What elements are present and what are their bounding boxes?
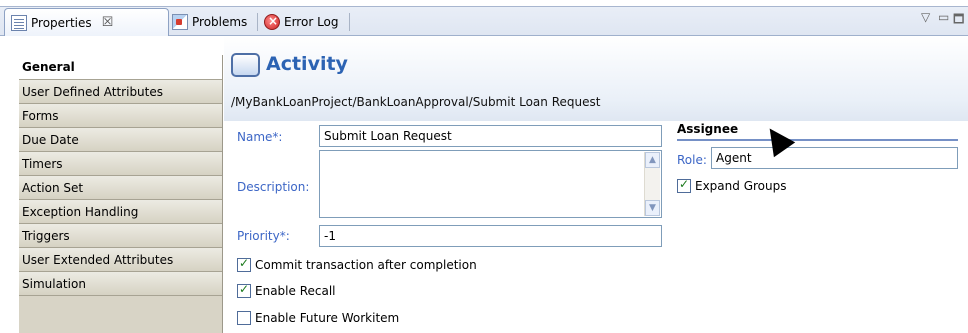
enable-future-workitem-checkbox-row[interactable]: Enable Future Workitem	[237, 311, 399, 325]
view-menu-icon[interactable]: ▽	[921, 10, 930, 24]
page-title: Activity	[266, 53, 348, 75]
minimize-icon[interactable]: ▭	[938, 10, 949, 24]
name-label: Name*:	[237, 130, 283, 144]
nav-item-exception-handling[interactable]: Exception Handling	[19, 200, 222, 224]
enable-recall-checkbox[interactable]	[237, 282, 251, 298]
description-label: Description:	[237, 180, 310, 194]
description-scrollbar[interactable]: ▲ ▼	[644, 152, 660, 216]
priority-field[interactable]: -1	[319, 225, 662, 247]
breadcrumb: /MyBankLoanProject/BankLoanApproval/Subm…	[231, 95, 601, 109]
expand-groups-label: Expand Groups	[695, 179, 787, 193]
maximize-icon[interactable]: 🗖	[953, 10, 964, 31]
tab-problems-label: Problems	[192, 15, 248, 29]
properties-section-nav: General User Defined Attributes Forms Du…	[19, 55, 223, 333]
enable-recall-checkbox-row[interactable]: Enable Recall	[237, 282, 336, 298]
nav-item-timers[interactable]: Timers	[19, 152, 222, 176]
properties-icon	[11, 14, 27, 31]
properties-content: Activity /MyBankLoanProject/BankLoanAppr…	[224, 36, 968, 333]
priority-label: Priority*:	[237, 229, 290, 243]
nav-item-due-date[interactable]: Due Date	[19, 128, 222, 152]
description-field[interactable]: ▲ ▼	[319, 150, 662, 218]
commit-transaction-checkbox[interactable]	[237, 256, 251, 272]
tab-properties[interactable]: Properties ☒	[4, 8, 169, 36]
nav-item-forms[interactable]: Forms	[19, 104, 222, 128]
enable-recall-label: Enable Recall	[255, 284, 336, 298]
name-field[interactable]: Submit Loan Request	[319, 125, 662, 147]
close-icon[interactable]: ☒	[102, 15, 114, 30]
expand-groups-checkbox[interactable]	[677, 177, 691, 193]
scroll-up-icon[interactable]: ▲	[645, 152, 660, 168]
tab-error-log-label: Error Log	[284, 15, 339, 29]
nav-item-user-defined-attributes[interactable]: User Defined Attributes	[19, 80, 222, 104]
role-label: Role:	[677, 153, 707, 167]
expand-groups-checkbox-row[interactable]: Expand Groups	[677, 177, 787, 193]
commit-transaction-checkbox-row[interactable]: Commit transaction after completion	[237, 256, 477, 272]
commit-transaction-label: Commit transaction after completion	[255, 258, 477, 272]
nav-item-triggers[interactable]: Triggers	[19, 224, 222, 248]
view-tab-bar: Properties ☒ Problems Error Log ▽ ▭ 🗖	[0, 0, 968, 36]
role-field[interactable]: Agent	[711, 147, 958, 169]
activity-icon	[231, 53, 260, 77]
enable-future-workitem-checkbox[interactable]	[237, 311, 251, 325]
assignee-divider	[677, 139, 958, 141]
activity-header: Activity /MyBankLoanProject/BankLoanAppr…	[224, 36, 968, 121]
tab-error-log[interactable]: Error Log	[258, 8, 350, 36]
assignee-title: Assignee	[677, 122, 739, 136]
nav-item-user-extended-attributes[interactable]: User Extended Attributes	[19, 248, 222, 272]
tab-properties-label: Properties	[31, 15, 92, 30]
enable-future-workitem-label: Enable Future Workitem	[255, 311, 400, 325]
error-log-icon	[264, 14, 280, 30]
scroll-down-icon[interactable]: ▼	[645, 200, 660, 216]
nav-item-general[interactable]: General	[19, 55, 222, 80]
problems-icon	[172, 14, 188, 30]
nav-item-action-set[interactable]: Action Set	[19, 176, 222, 200]
tab-problems[interactable]: Problems	[166, 8, 258, 36]
tab-separator	[349, 13, 350, 31]
nav-item-simulation[interactable]: Simulation	[19, 272, 222, 296]
